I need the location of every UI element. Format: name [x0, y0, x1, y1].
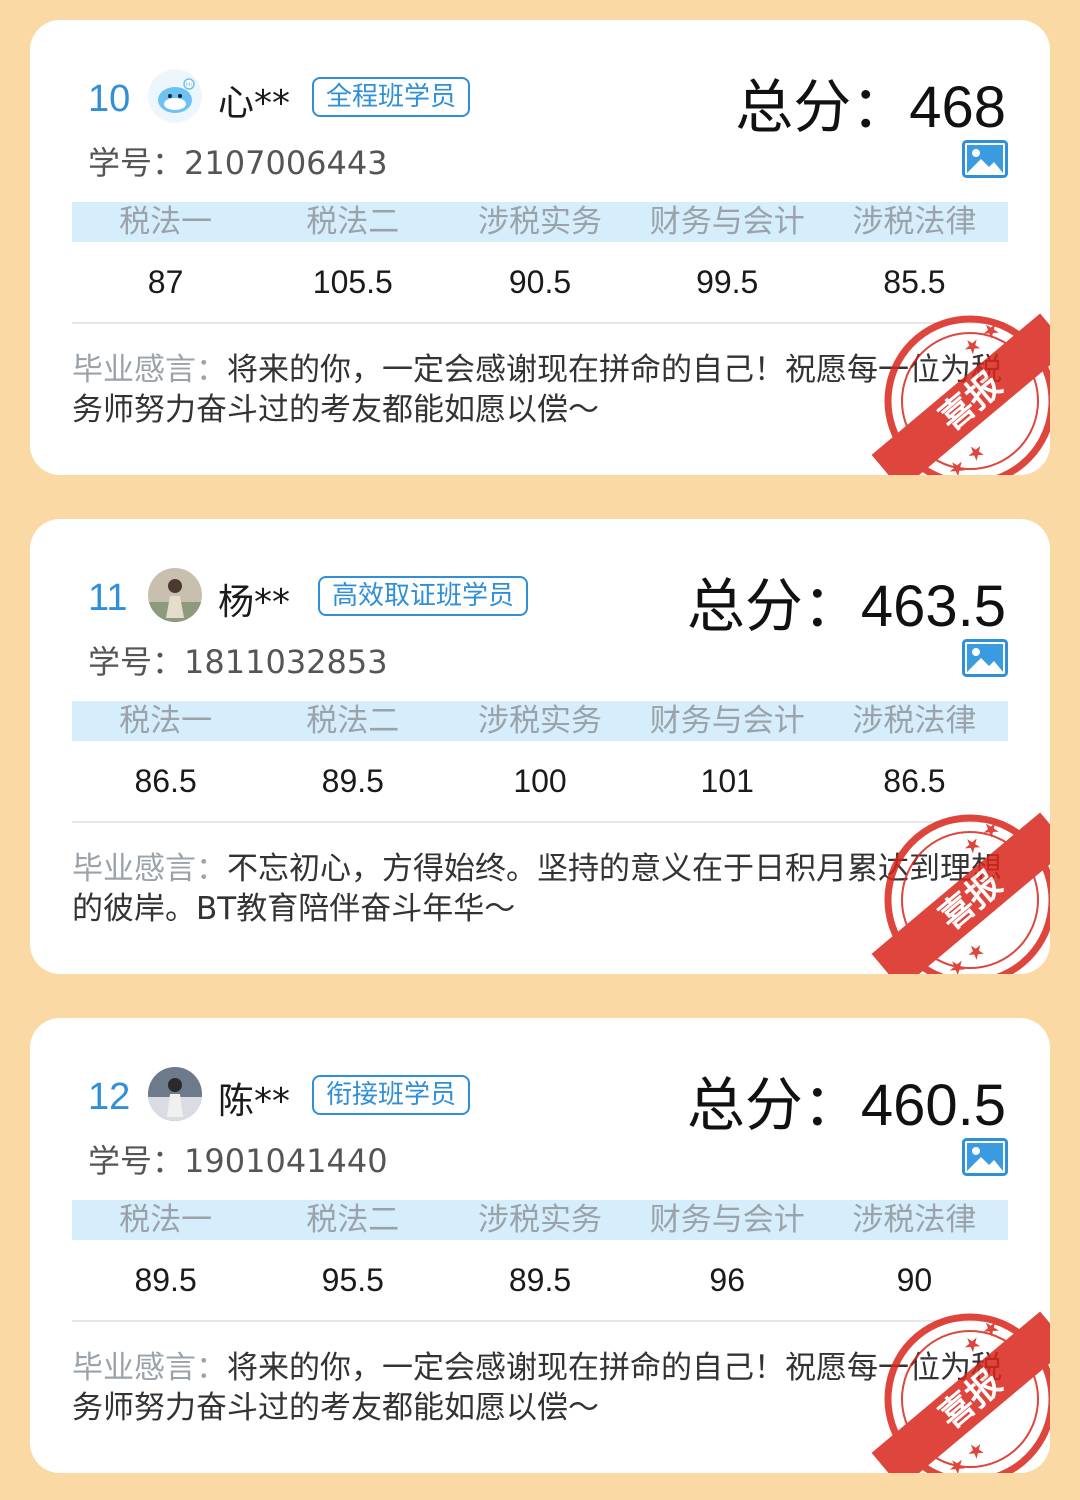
subject-score: 96 — [709, 1262, 745, 1298]
subject-label: 财务与会计 — [649, 703, 805, 739]
message-label: 毕业感言： — [72, 851, 227, 887]
student-name: 陈** — [218, 1081, 291, 1122]
subject-score: 90.5 — [508, 264, 572, 300]
class-badge: 全程班学员 — [312, 77, 471, 117]
student-id-value: 1811032853 — [184, 643, 388, 681]
subject-score: 86.5 — [883, 763, 946, 799]
subject-score: 89.5 — [321, 763, 384, 799]
student-id-value: 1901041440 — [184, 1142, 388, 1180]
subject-score: 89.5 — [134, 1262, 197, 1298]
total-label: 总分： — [686, 572, 861, 640]
total-label: 总分： — [686, 1071, 861, 1139]
subject-label: 税法一 — [119, 1202, 213, 1238]
subject-label: 财务与会计 — [649, 1202, 805, 1238]
student-id-label: 学号： — [88, 144, 185, 182]
avatar — [148, 568, 202, 622]
student-name: 心** — [218, 83, 291, 124]
total-score: 总分：468 — [735, 60, 1006, 144]
subject-score: 100 — [513, 763, 567, 799]
score-row: 89.5 95.5 89.5 96 90 — [72, 1258, 1008, 1302]
subject-label: 涉税法律 — [852, 204, 977, 240]
total-score: 总分：460.5 — [687, 1058, 1006, 1142]
image-icon[interactable] — [962, 140, 1008, 178]
dolphin-avatar-icon: Hi — [148, 69, 202, 123]
divider — [72, 322, 1008, 324]
divider — [72, 1320, 1008, 1322]
student-card[interactable]: 12 陈** 衔接班学员 总分：460.5 学号：1901041440 税法一 … — [30, 1018, 1050, 1473]
svg-text:★ ★: ★ ★ — [942, 437, 990, 475]
subject-score: 90 — [896, 1262, 933, 1298]
student-card[interactable]: 11 杨** 高效取证班学员 总分：463.5 学号：1811032853 税法… — [30, 519, 1050, 974]
subject-label: 涉税法律 — [852, 703, 977, 739]
rank-number: 11 — [88, 577, 128, 619]
svg-text:★ ★: ★ ★ — [942, 1435, 990, 1473]
subject-label: 税法一 — [119, 204, 213, 240]
rank-number: 12 — [88, 1076, 131, 1118]
image-icon[interactable] — [962, 639, 1008, 677]
total-value: 463.5 — [860, 574, 1006, 639]
divider — [72, 821, 1008, 823]
student-id-label: 学号： — [88, 643, 185, 681]
class-badge: 衔接班学员 — [312, 1075, 471, 1115]
total-label: 总分： — [735, 73, 910, 141]
subject-label: 税法二 — [306, 703, 400, 739]
subject-score: 101 — [700, 763, 754, 799]
subject-label: 财务与会计 — [649, 204, 805, 240]
score-row: 87 105.5 90.5 99.5 85.5 — [72, 260, 1008, 304]
svg-text:Hi: Hi — [186, 82, 193, 89]
subject-label: 涉税法律 — [852, 1202, 977, 1238]
student-id: 学号：2107006443 — [88, 138, 388, 184]
message-label: 毕业感言： — [72, 1350, 227, 1386]
subject-score: 86.5 — [134, 763, 197, 799]
total-value: 468 — [909, 75, 1006, 140]
subject-score: 85.5 — [883, 264, 946, 300]
message-label: 毕业感言： — [72, 352, 227, 388]
student-name: 杨** — [218, 582, 291, 623]
subject-score: 87 — [147, 264, 184, 300]
photo-avatar-icon — [148, 568, 202, 622]
image-icon[interactable] — [962, 1138, 1008, 1176]
subject-header: 税法一 税法二 涉税实务 财务与会计 涉税法律 — [72, 1200, 1008, 1240]
student-card[interactable]: 10 Hi 心** 全程班学员 总分：468 学号：2107006443 税法一… — [30, 20, 1050, 475]
class-badge: 高效取证班学员 — [318, 576, 529, 616]
subject-score: 89.5 — [508, 1262, 572, 1298]
graduation-message: 毕业感言：将来的你，一定会感谢现在拼命的自己！祝愿每一位为税务师努力奋斗过的考友… — [72, 350, 1002, 430]
subject-label: 涉税实务 — [478, 204, 602, 240]
subject-label: 税法二 — [306, 204, 400, 240]
subject-header: 税法一 税法二 涉税实务 财务与会计 涉税法律 — [72, 701, 1008, 741]
subject-label: 税法一 — [119, 703, 213, 739]
rank-number: 10 — [88, 78, 131, 120]
subject-label: 涉税实务 — [478, 703, 602, 739]
graduation-message: 毕业感言：不忘初心，方得始终。坚持的意义在于日积月累达到理想的彼岸。BT教育陪伴… — [72, 849, 1002, 929]
subject-label: 税法二 — [306, 1202, 400, 1238]
subject-label: 涉税实务 — [478, 1202, 602, 1238]
student-id-value: 2107006443 — [184, 144, 388, 182]
total-score: 总分：463.5 — [687, 559, 1006, 643]
avatar: Hi — [148, 69, 202, 123]
photo-avatar-icon — [148, 1067, 202, 1121]
subject-score: 95.5 — [321, 1262, 384, 1298]
graduation-message: 毕业感言：将来的你，一定会感谢现在拼命的自己！祝愿每一位为税务师努力奋斗过的考友… — [72, 1348, 1002, 1428]
score-row: 86.5 89.5 100 101 86.5 — [72, 759, 1008, 803]
student-id: 学号：1811032853 — [88, 637, 388, 683]
subject-score: 99.5 — [696, 264, 759, 300]
subject-score: 105.5 — [312, 264, 393, 300]
avatar — [148, 1067, 202, 1121]
total-value: 460.5 — [860, 1073, 1006, 1138]
subject-header: 税法一 税法二 涉税实务 财务与会计 涉税法律 — [72, 202, 1008, 242]
student-id: 学号：1901041440 — [88, 1136, 388, 1182]
student-id-label: 学号： — [88, 1142, 185, 1180]
svg-text:★ ★: ★ ★ — [942, 936, 990, 974]
